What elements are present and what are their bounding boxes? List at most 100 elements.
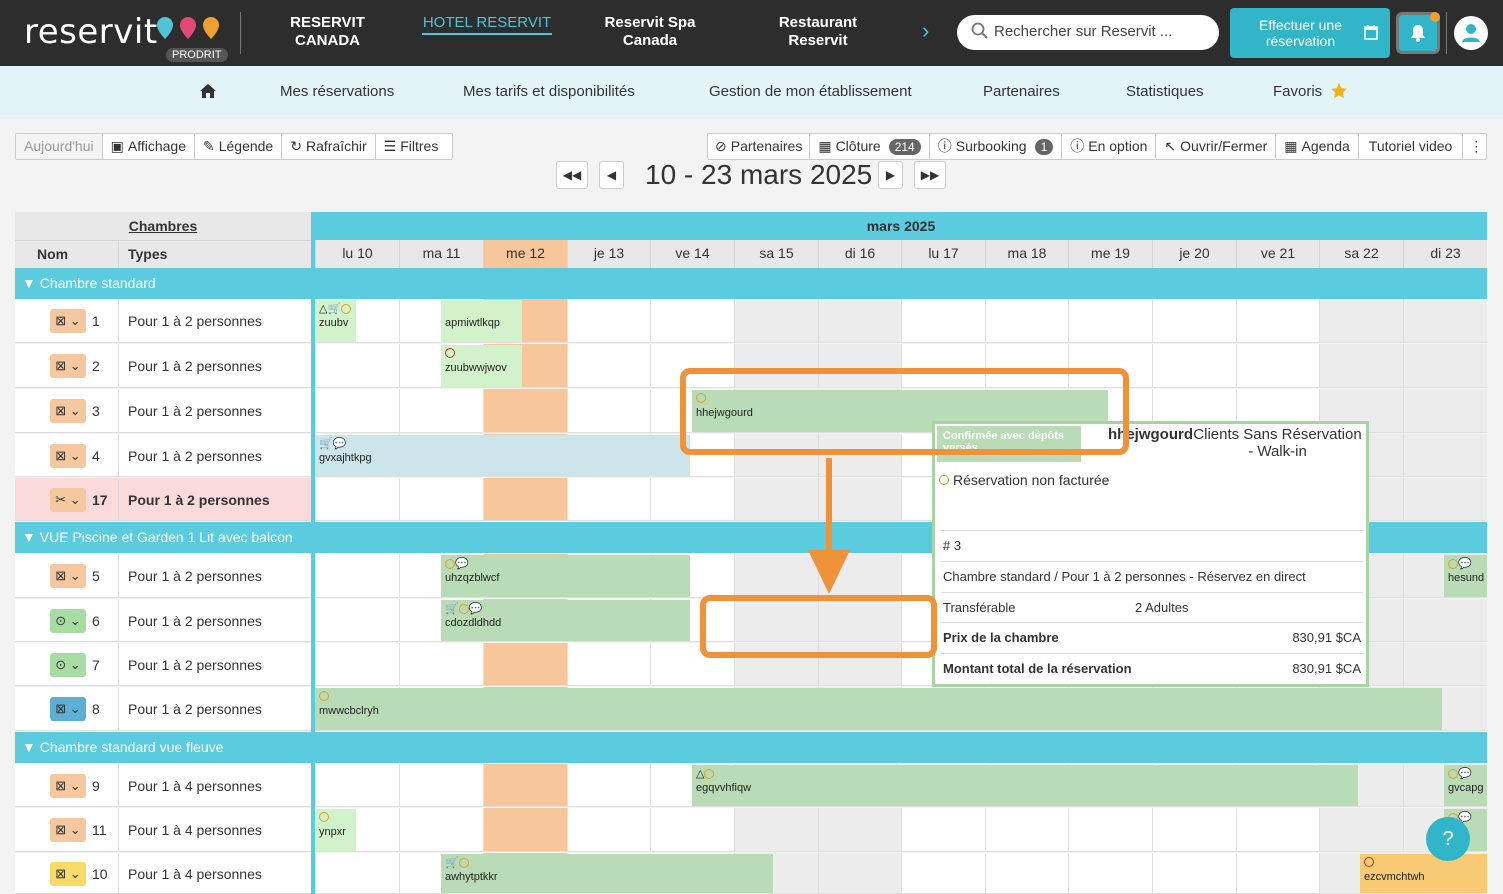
reservation-block[interactable]: ynpxr: [315, 809, 356, 851]
room-row[interactable]: ⊠ ⌄ 1 Pour 1 à 2 personnes: [15, 299, 311, 343]
room-row[interactable]: ⊠ ⌄ 10 Pour 1 à 4 personnes: [15, 853, 311, 894]
day-cell[interactable]: [901, 853, 985, 894]
day-cell[interactable]: [1068, 299, 1152, 343]
day-cell[interactable]: [985, 808, 1068, 852]
day-cell[interactable]: [1152, 344, 1236, 388]
day-cell[interactable]: [315, 344, 399, 388]
agenda-button[interactable]: ▦ Agenda: [1276, 134, 1359, 159]
room-status-dropdown[interactable]: ⊠ ⌄: [50, 564, 86, 588]
day-cell[interactable]: [567, 299, 650, 343]
room-group-row[interactable]: ▼ Chambre standard: [15, 268, 1487, 299]
legend-button[interactable]: ✎ Légende: [195, 134, 283, 159]
reservation-block[interactable]: 💬 gvcapg: [1444, 765, 1487, 806]
day-cell[interactable]: [483, 389, 567, 433]
reservation-block[interactable]: 🛒💬 gvxajhtkpg: [315, 435, 690, 476]
room-status-dropdown[interactable]: ⊠ ⌄: [50, 399, 86, 423]
day-cell[interactable]: [315, 599, 399, 642]
day-cell[interactable]: [734, 808, 818, 852]
property-tab-spa[interactable]: Reservit Spa Canada: [595, 14, 705, 50]
day-cell[interactable]: [650, 808, 734, 852]
day-cell[interactable]: [567, 764, 650, 807]
day-cell[interactable]: [734, 299, 818, 343]
filters-button[interactable]: ☰ Filtres: [376, 134, 447, 159]
day-cell[interactable]: [650, 299, 734, 343]
reservation-block[interactable]: △🛒 zuubv: [315, 300, 356, 342]
previous-button[interactable]: ◀: [599, 161, 624, 189]
day-cell[interactable]: [399, 643, 483, 686]
day-cell[interactable]: [1403, 344, 1487, 388]
nav-partenaires[interactable]: Partenaires: [983, 83, 1060, 100]
room-row[interactable]: ⊠ ⌄ 9 Pour 1 à 4 personnes: [15, 764, 311, 807]
chambres-link[interactable]: Chambres: [15, 218, 311, 234]
day-cell[interactable]: [818, 808, 901, 852]
video-tutorial-button[interactable]: Tutoriel video: [1359, 134, 1464, 159]
property-tab-hotel-reservit[interactable]: HOTEL RESERVIT: [422, 14, 552, 35]
reservit-logo[interactable]: reservit: [24, 12, 158, 52]
day-cell[interactable]: [567, 478, 650, 521]
day-cell[interactable]: [1403, 599, 1487, 642]
day-cell[interactable]: [399, 764, 483, 807]
room-status-dropdown[interactable]: ⊠ ⌄: [50, 697, 86, 721]
day-cell[interactable]: [1152, 853, 1236, 894]
day-cell[interactable]: [483, 764, 567, 807]
day-cell[interactable]: [1403, 643, 1487, 686]
day-cell[interactable]: [1319, 344, 1403, 388]
en-option-button[interactable]: ⓘ En option: [1062, 134, 1157, 159]
day-cell[interactable]: [399, 478, 483, 521]
day-cell[interactable]: [315, 389, 399, 433]
room-row[interactable]: ⊠ ⌄ 3 Pour 1 à 2 personnes: [15, 389, 311, 433]
day-cell[interactable]: [1319, 299, 1403, 343]
room-status-dropdown[interactable]: ⊠ ⌄: [50, 818, 86, 842]
room-status-dropdown[interactable]: ⊠ ⌄: [50, 309, 86, 333]
day-cell[interactable]: [315, 478, 399, 521]
day-cell[interactable]: [483, 478, 567, 521]
room-row[interactable]: ⊠ ⌄ 8 Pour 1 à 2 personnes: [15, 687, 311, 731]
day-cell[interactable]: [1403, 389, 1487, 433]
day-cell[interactable]: [985, 299, 1068, 343]
reservation-block[interactable]: 🛒 awhytptkkr: [441, 854, 773, 893]
open-close-button[interactable]: ↖ Ouvrir/Fermer: [1156, 134, 1277, 159]
property-tab-reservit-canada[interactable]: RESERVIT CANADA: [280, 14, 375, 50]
room-row[interactable]: ✂ ⌄ 17 Pour 1 à 2 personnes: [15, 478, 311, 521]
today-button[interactable]: Aujourd'hui: [16, 134, 103, 159]
help-button[interactable]: ?: [1426, 817, 1470, 861]
room-row[interactable]: ⊠ ⌄ 11 Pour 1 à 4 personnes: [15, 808, 311, 852]
room-status-dropdown[interactable]: ⊠ ⌄: [50, 443, 86, 468]
day-cell[interactable]: [1319, 808, 1403, 852]
day-cell[interactable]: [1403, 299, 1487, 343]
home-icon[interactable]: [199, 83, 217, 99]
day-cell[interactable]: [985, 853, 1068, 894]
nav-favoris[interactable]: Favoris: [1273, 83, 1322, 100]
room-row[interactable]: ⊙ ⌄ 6 Pour 1 à 2 personnes: [15, 599, 311, 642]
day-cell[interactable]: [483, 808, 567, 852]
nav-mes-reservations[interactable]: Mes réservations: [280, 83, 394, 100]
day-cell[interactable]: [1236, 853, 1319, 894]
search-input[interactable]: Rechercher sur Reservit ...: [957, 15, 1219, 50]
day-cell[interactable]: [1068, 853, 1152, 894]
chevron-right-icon[interactable]: ›: [922, 18, 929, 44]
room-status-dropdown[interactable]: ⊙ ⌄: [50, 608, 86, 633]
day-cell[interactable]: [483, 643, 567, 686]
reservation-block[interactable]: zuubwwjwov: [441, 345, 522, 387]
next-button[interactable]: ▶: [878, 161, 903, 189]
day-cell[interactable]: [650, 478, 734, 521]
room-row[interactable]: ⊠ ⌄ 5 Pour 1 à 2 personnes: [15, 554, 311, 598]
property-tab-restaurant[interactable]: Restaurant Reservit: [765, 14, 871, 50]
room-status-dropdown[interactable]: ⊠ ⌄: [50, 861, 86, 886]
day-cell[interactable]: [1236, 344, 1319, 388]
cloture-button[interactable]: ▦ Clôture 214: [810, 134, 930, 159]
user-avatar[interactable]: [1454, 16, 1488, 50]
reservation-block[interactable]: 🛒 💬 cdozdldhdd: [441, 600, 690, 641]
reservation-block[interactable]: 💬 hesund: [1444, 555, 1487, 597]
first-page-button[interactable]: ◀◀: [556, 161, 588, 189]
surbooking-button[interactable]: ⓘ Surbooking 1: [930, 134, 1063, 159]
day-cell[interactable]: [1403, 434, 1487, 477]
display-button[interactable]: ▣ Affichage: [103, 134, 195, 159]
day-cell[interactable]: [399, 389, 483, 433]
day-cell[interactable]: [567, 643, 650, 686]
room-row[interactable]: ⊠ ⌄ 4 Pour 1 à 2 personnes: [15, 434, 311, 477]
day-cell[interactable]: [1236, 808, 1319, 852]
day-cell[interactable]: [315, 643, 399, 686]
day-cell[interactable]: [901, 299, 985, 343]
day-cell[interactable]: [567, 344, 650, 388]
